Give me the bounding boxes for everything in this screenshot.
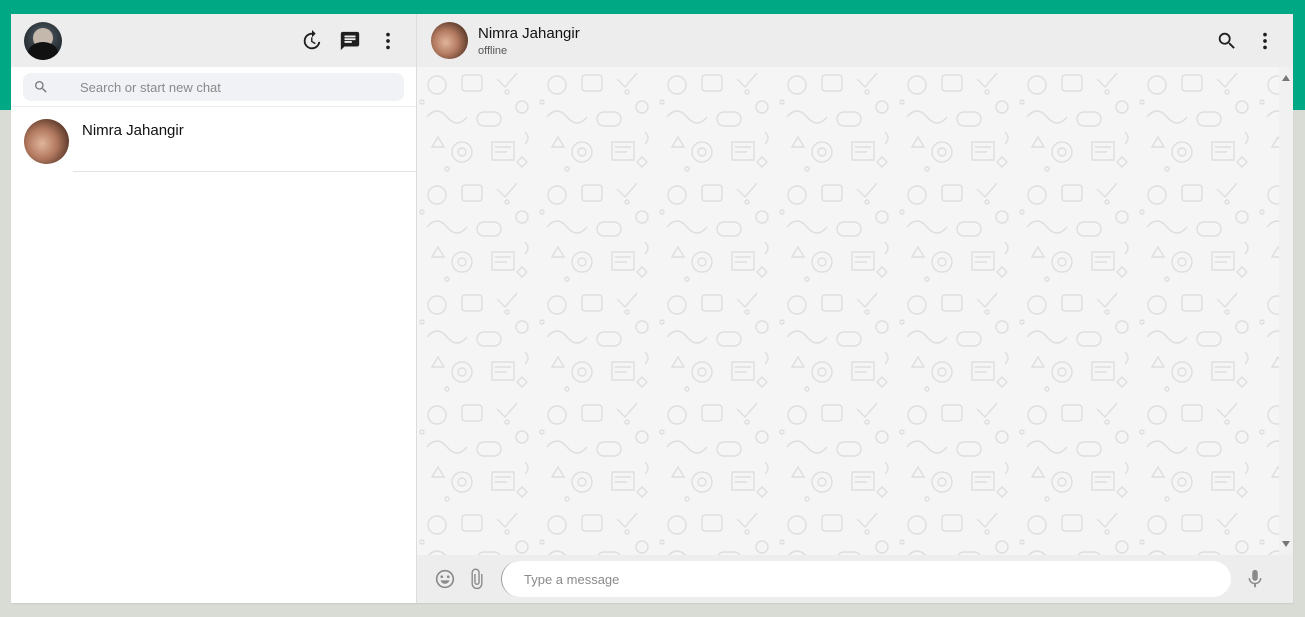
menu-icon [1263, 32, 1267, 49]
contact-name: Nimra Jahangir [478, 24, 580, 42]
conversation-search-button[interactable] [1215, 29, 1239, 53]
sidebar: Nimra Jahangir [11, 14, 417, 603]
message-composer [417, 555, 1293, 603]
conversation-header: Nimra Jahangir offline [417, 14, 1293, 67]
menu-icon [386, 32, 390, 49]
search-icon [1218, 32, 1235, 49]
attach-icon [471, 568, 483, 590]
scroll-up-arrow-icon[interactable] [1282, 75, 1290, 81]
contact-status: offline [478, 44, 508, 57]
new-chat-icon [340, 31, 360, 50]
app-window: Nimra Jahangir Nimra Jahangir offline [11, 14, 1293, 603]
chat-list-empty-area [11, 172, 416, 603]
contact-avatar[interactable] [431, 22, 468, 59]
scroll-down-arrow-icon[interactable] [1282, 541, 1290, 547]
chat-avatar [24, 119, 69, 164]
conversation-actions [1215, 29, 1277, 53]
search-input[interactable] [80, 79, 380, 95]
sidebar-menu-button[interactable] [376, 29, 400, 53]
chat-list-item[interactable]: Nimra Jahangir [11, 107, 416, 172]
mic-icon [1248, 569, 1262, 588]
contact-info[interactable]: Nimra Jahangir offline [478, 25, 580, 57]
attach-button[interactable] [465, 567, 489, 591]
emoji-button[interactable] [433, 567, 457, 591]
sidebar-header [11, 14, 416, 67]
my-avatar[interactable] [24, 21, 62, 60]
status-button[interactable] [300, 29, 324, 53]
wallpaper-pattern [417, 67, 1293, 555]
message-area[interactable] [417, 67, 1293, 555]
new-chat-button[interactable] [338, 29, 362, 53]
message-input[interactable] [501, 561, 1231, 597]
sidebar-actions [300, 29, 400, 53]
chat-name: Nimra Jahangir [82, 122, 184, 139]
emoji-icon [435, 569, 455, 589]
message-scrollbar[interactable] [1279, 67, 1293, 555]
chat-divider [73, 171, 416, 172]
search-icon [35, 81, 47, 93]
status-icon [303, 29, 321, 49]
search-box[interactable] [23, 73, 404, 101]
voice-message-button[interactable] [1243, 567, 1267, 591]
search-bar [11, 67, 416, 107]
conversation-menu-button[interactable] [1253, 29, 1277, 53]
conversation-panel: Nimra Jahangir offline [417, 14, 1293, 603]
